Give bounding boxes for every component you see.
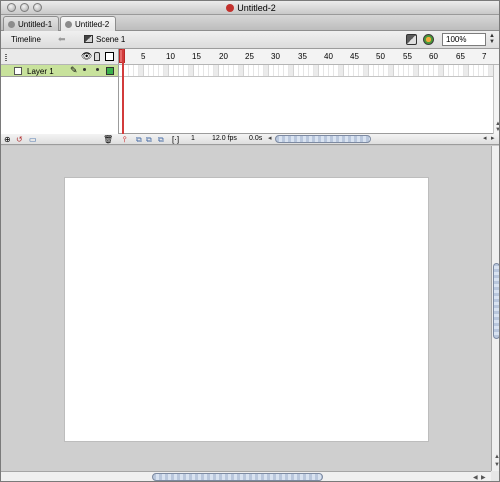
- modify-onion-markers-icon[interactable]: [·]: [172, 135, 179, 144]
- edit-bar: Timeline ⬅ Scene 1 100% ▲ ▼: [1, 31, 499, 49]
- add-motion-guide-icon[interactable]: ↺: [16, 135, 23, 144]
- eye-icon[interactable]: 👁: [81, 51, 92, 62]
- onion-skin-icon[interactable]: ⧉: [136, 135, 142, 145]
- scroll-down-icon[interactable]: ▼: [494, 462, 499, 468]
- layer-page-icon: [14, 67, 22, 75]
- back-arrow-icon[interactable]: ⬅: [58, 34, 66, 45]
- edit-scene-icon[interactable]: [406, 34, 417, 45]
- layers-header: 👁: [1, 49, 119, 65]
- flash-document-icon: [226, 4, 235, 12]
- tab-label: Untitled-2: [75, 20, 110, 29]
- timeline-panel: 👁 Layer 1 ✎ 5 10 15 20 25 30 35 40 45 50…: [1, 49, 499, 134]
- pencil-icon: ✎: [70, 65, 78, 75]
- timeline-toggle-button[interactable]: Timeline: [11, 35, 41, 44]
- ruler-tick: 65: [456, 52, 465, 61]
- timeline-status-bar: ⊕ ↺ ▭ 🗑 ⫯ ⧉ ⧉ ⧉ [·] 1 12.0 fps 0.0s ◂ ◂ …: [1, 134, 499, 145]
- stage-canvas[interactable]: [64, 177, 429, 442]
- edit-multiple-frames-icon[interactable]: ⧉: [158, 135, 164, 145]
- outline-icon[interactable]: [105, 52, 114, 61]
- ruler-tick: 15: [192, 52, 201, 61]
- workspace[interactable]: [1, 146, 491, 471]
- ruler-tick: 45: [350, 52, 359, 61]
- scene-breadcrumb[interactable]: Scene 1: [96, 35, 125, 44]
- ruler-tick: 50: [376, 52, 385, 61]
- panel-grip-icon[interactable]: [5, 53, 7, 61]
- insert-layer-icon[interactable]: ⊕: [4, 135, 11, 144]
- layer-name: Layer 1: [27, 67, 54, 76]
- frame-cells[interactable]: [119, 65, 493, 76]
- scene-icon: [84, 35, 93, 43]
- current-frame: 1: [191, 135, 195, 142]
- document-tab-bar: Untitled-1 Untitled-2: [1, 15, 499, 31]
- resize-grip[interactable]: [491, 471, 499, 481]
- ruler-tick: 25: [245, 52, 254, 61]
- ruler-tick: 35: [298, 52, 307, 61]
- zoom-input[interactable]: 100%: [442, 33, 486, 46]
- close-tab-icon[interactable]: [8, 21, 15, 28]
- frame-row[interactable]: [119, 65, 493, 77]
- edit-symbols-icon[interactable]: [423, 34, 434, 45]
- zoom-dropdown-chevron-icon[interactable]: ▲ ▼: [489, 33, 497, 46]
- timeline-vertical-scrollbar[interactable]: ▲ ▼: [493, 65, 499, 134]
- tab-untitled-2[interactable]: Untitled-2: [60, 16, 116, 31]
- flash-document-window: Untitled-2 Untitled-1 Untitled-2 Timelin…: [0, 0, 500, 482]
- tab-untitled-1[interactable]: Untitled-1: [3, 16, 59, 31]
- scroll-down-icon[interactable]: ▼: [495, 127, 499, 133]
- layer-row[interactable]: Layer 1 ✎: [1, 65, 118, 77]
- horizontal-scroll-thumb[interactable]: [152, 473, 323, 481]
- outline-color-swatch[interactable]: [106, 67, 114, 75]
- ruler-tick: 30: [271, 52, 280, 61]
- delete-layer-icon[interactable]: 🗑: [103, 135, 113, 144]
- ruler-tick: 20: [219, 52, 228, 61]
- ruler-tick: 60: [429, 52, 438, 61]
- scroll-up-icon[interactable]: ▲: [494, 454, 499, 460]
- workspace-horizontal-scrollbar[interactable]: ◀ ▶: [1, 471, 491, 481]
- center-frame-icon[interactable]: ⫯: [123, 135, 126, 145]
- scroll-right-icon[interactable]: ▸: [491, 134, 495, 142]
- title-bar: Untitled-2: [1, 1, 499, 15]
- ruler-tick: 40: [324, 52, 333, 61]
- ruler-tick: 7: [482, 52, 487, 61]
- scroll-left-icon[interactable]: ◂: [268, 134, 272, 142]
- ruler-tick: 55: [403, 52, 412, 61]
- scroll-right-icon[interactable]: ▶: [481, 474, 486, 481]
- layer-list: Layer 1 ✎: [1, 65, 119, 134]
- lock-icon[interactable]: [94, 52, 100, 61]
- frame-ruler[interactable]: 5 10 15 20 25 30 35 40 45 50 55 60 65 7: [119, 49, 499, 65]
- scroll-left-icon[interactable]: ◀: [473, 474, 478, 481]
- vertical-scroll-thumb[interactable]: [493, 263, 499, 339]
- frame-rate: 12.0 fps: [212, 135, 237, 142]
- insert-folder-icon[interactable]: ▭: [29, 135, 37, 144]
- close-tab-icon[interactable]: [65, 21, 72, 28]
- playhead-line: [122, 49, 124, 134]
- workspace-vertical-scrollbar[interactable]: ▲ ▼: [491, 146, 499, 471]
- window-title-text: Untitled-2: [237, 3, 276, 13]
- elapsed-time: 0.0s: [249, 135, 263, 142]
- ruler-tick: 5: [141, 52, 146, 61]
- timeline-horizontal-scroll-thumb[interactable]: [275, 135, 371, 143]
- window-title: Untitled-2: [1, 3, 499, 13]
- lock-dot-icon[interactable]: [96, 68, 99, 71]
- tab-label: Untitled-1: [18, 20, 53, 29]
- scroll-left-icon[interactable]: ◂: [483, 134, 487, 142]
- visibility-dot-icon[interactable]: [83, 68, 86, 71]
- ruler-tick: 10: [166, 52, 175, 61]
- onion-skin-outlines-icon[interactable]: ⧉: [146, 135, 152, 145]
